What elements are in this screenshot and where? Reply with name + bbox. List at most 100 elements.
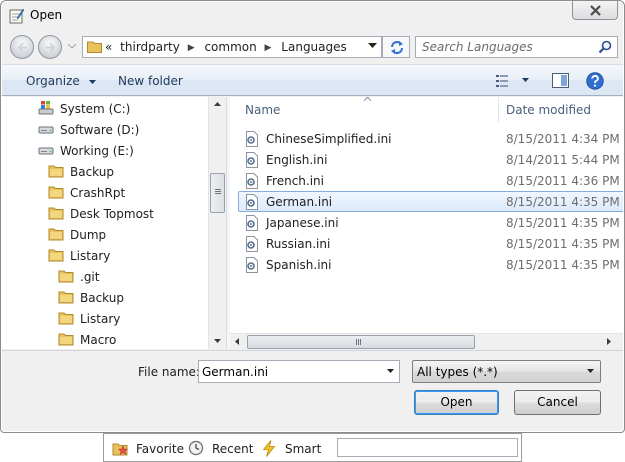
smart-button[interactable]: Smart	[261, 440, 331, 458]
folder-icon	[58, 333, 74, 346]
file-type-select[interactable]: All types (*.*)	[412, 360, 601, 383]
history-buttons	[10, 35, 68, 59]
tree-item-label: System (C:)	[60, 102, 131, 116]
listary-search-input[interactable]	[337, 438, 518, 457]
listary-toolbar: Favorite Recent Smart	[103, 433, 522, 462]
folder-icon	[48, 207, 64, 220]
file-date: 8/15/2011 4:35 PM	[506, 237, 620, 251]
file-name: Russian.ini	[266, 237, 331, 251]
column-divider[interactable]	[498, 97, 499, 122]
file-date: 8/15/2011 4:36 PM	[506, 174, 620, 188]
grip-icon	[356, 339, 357, 345]
refresh-button[interactable]	[382, 36, 410, 58]
lightning-icon	[262, 440, 276, 457]
breadcrumb-item[interactable]: Languages	[281, 40, 346, 54]
tree-item-label: .git	[80, 270, 100, 284]
clock-icon	[188, 440, 204, 456]
file-list-horizontal-scrollbar[interactable]	[230, 333, 623, 350]
forward-button[interactable]	[38, 35, 62, 59]
tree-item-label: Desk Topmost	[70, 207, 154, 221]
search-icon[interactable]	[598, 40, 612, 54]
file-name: ChineseSimplified.ini	[266, 132, 392, 146]
new-folder-button[interactable]: New folder	[118, 74, 183, 88]
search-box	[415, 36, 618, 58]
scroll-up-icon[interactable]	[214, 102, 221, 106]
back-button[interactable]	[10, 35, 34, 59]
tree-item-label: CrashRpt	[70, 186, 126, 200]
file-row[interactable]: French.ini 8/15/2011 4:36 PM	[238, 170, 623, 191]
file-type-value: All types (*.*)	[417, 365, 498, 379]
recent-locations-dropdown-icon[interactable]	[68, 44, 76, 49]
file-row[interactable]: Spanish.ini 8/15/2011 4:35 PM	[238, 254, 623, 275]
column-name-header[interactable]: Name	[245, 103, 280, 117]
file-name-combobox	[198, 360, 400, 383]
folder-icon	[58, 270, 74, 283]
close-icon	[590, 5, 601, 16]
file-name-input[interactable]	[202, 364, 374, 380]
chevron-right-icon[interactable]: ▶	[188, 43, 195, 53]
address-bar[interactable]: « thirdparty ▶ common ▶ Languages	[82, 36, 382, 58]
view-options-dropdown-icon[interactable]	[522, 78, 529, 82]
folder-icon	[58, 312, 74, 325]
command-bar: Organize New folder	[2, 64, 623, 96]
file-list: Name Date modified ChineseSimplified.ini…	[230, 97, 623, 333]
file-row[interactable]: English.ini 8/14/2011 5:44 PM	[238, 149, 623, 170]
arrow-left-icon	[17, 42, 27, 53]
drive-icon	[38, 126, 54, 134]
folder-icon	[58, 291, 74, 304]
tree-item-label: Backup	[80, 291, 124, 305]
settings-file-icon	[246, 236, 258, 252]
file-name-label: File name:	[138, 365, 200, 379]
folder-icon	[48, 249, 64, 262]
scroll-down-icon[interactable]	[214, 339, 221, 343]
settings-file-icon	[246, 173, 258, 189]
change-view-icon[interactable]	[496, 74, 512, 88]
favorite-label: Favorite	[136, 442, 184, 456]
close-button[interactable]	[572, 1, 618, 20]
favorite-folder-icon	[112, 443, 129, 456]
scroll-right-icon[interactable]	[607, 338, 611, 345]
folder-icon	[87, 41, 102, 53]
file-date: 8/15/2011 4:35 PM	[506, 216, 620, 230]
tree-vertical-scrollbar[interactable]	[208, 97, 226, 349]
tree-item-label: Working (E:)	[60, 144, 134, 158]
title-bar: Open	[1, 1, 624, 31]
file-row[interactable]: Russian.ini 8/15/2011 4:35 PM	[238, 233, 623, 254]
open-button[interactable]: Open	[414, 390, 499, 415]
smart-label: Smart	[285, 442, 322, 456]
help-icon[interactable]	[586, 72, 604, 90]
scroll-thumb[interactable]	[210, 173, 225, 213]
scroll-thumb[interactable]	[247, 335, 475, 349]
window-title: Open	[30, 8, 63, 22]
favorite-button[interactable]: Favorite	[112, 440, 192, 458]
breadcrumb-item[interactable]: thirdparty	[120, 40, 180, 54]
search-input[interactable]	[422, 39, 592, 55]
file-row-selected[interactable]: German.ini 8/15/2011 4:35 PM	[238, 191, 623, 212]
file-date: 8/15/2011 4:35 PM	[506, 195, 620, 209]
chevron-down-icon[interactable]	[387, 369, 394, 373]
file-name: French.ini	[266, 174, 324, 188]
chevron-right-icon[interactable]: ▶	[265, 43, 272, 53]
recent-button[interactable]: Recent	[188, 440, 258, 458]
file-name: Spanish.ini	[266, 258, 332, 272]
chevron-down-icon	[88, 80, 96, 84]
folder-icon	[48, 186, 64, 199]
file-row[interactable]: ChineseSimplified.ini 8/15/2011 4:34 PM	[238, 128, 623, 149]
organize-menu[interactable]: Organize	[26, 74, 96, 88]
column-date-header[interactable]: Date modified	[506, 103, 591, 117]
notepad-icon	[9, 8, 25, 24]
settings-file-icon	[246, 257, 258, 273]
file-row[interactable]: Japanese.ini 8/15/2011 4:35 PM	[238, 212, 623, 233]
file-date: 8/15/2011 4:34 PM	[506, 132, 620, 146]
chevron-down-icon[interactable]	[368, 43, 377, 49]
tree-item-label: Listary	[70, 249, 111, 263]
breadcrumb-overflow[interactable]: «	[105, 40, 112, 54]
preview-pane-icon[interactable]	[552, 73, 569, 88]
settings-file-icon	[246, 152, 258, 168]
cancel-button[interactable]: Cancel	[514, 390, 601, 415]
scroll-left-icon[interactable]	[235, 338, 239, 345]
tree-item-label: Backup	[70, 165, 114, 179]
drive-icon	[38, 147, 54, 155]
breadcrumb-item[interactable]: common	[204, 40, 256, 54]
tree-item-label: Software (D:)	[60, 123, 140, 137]
